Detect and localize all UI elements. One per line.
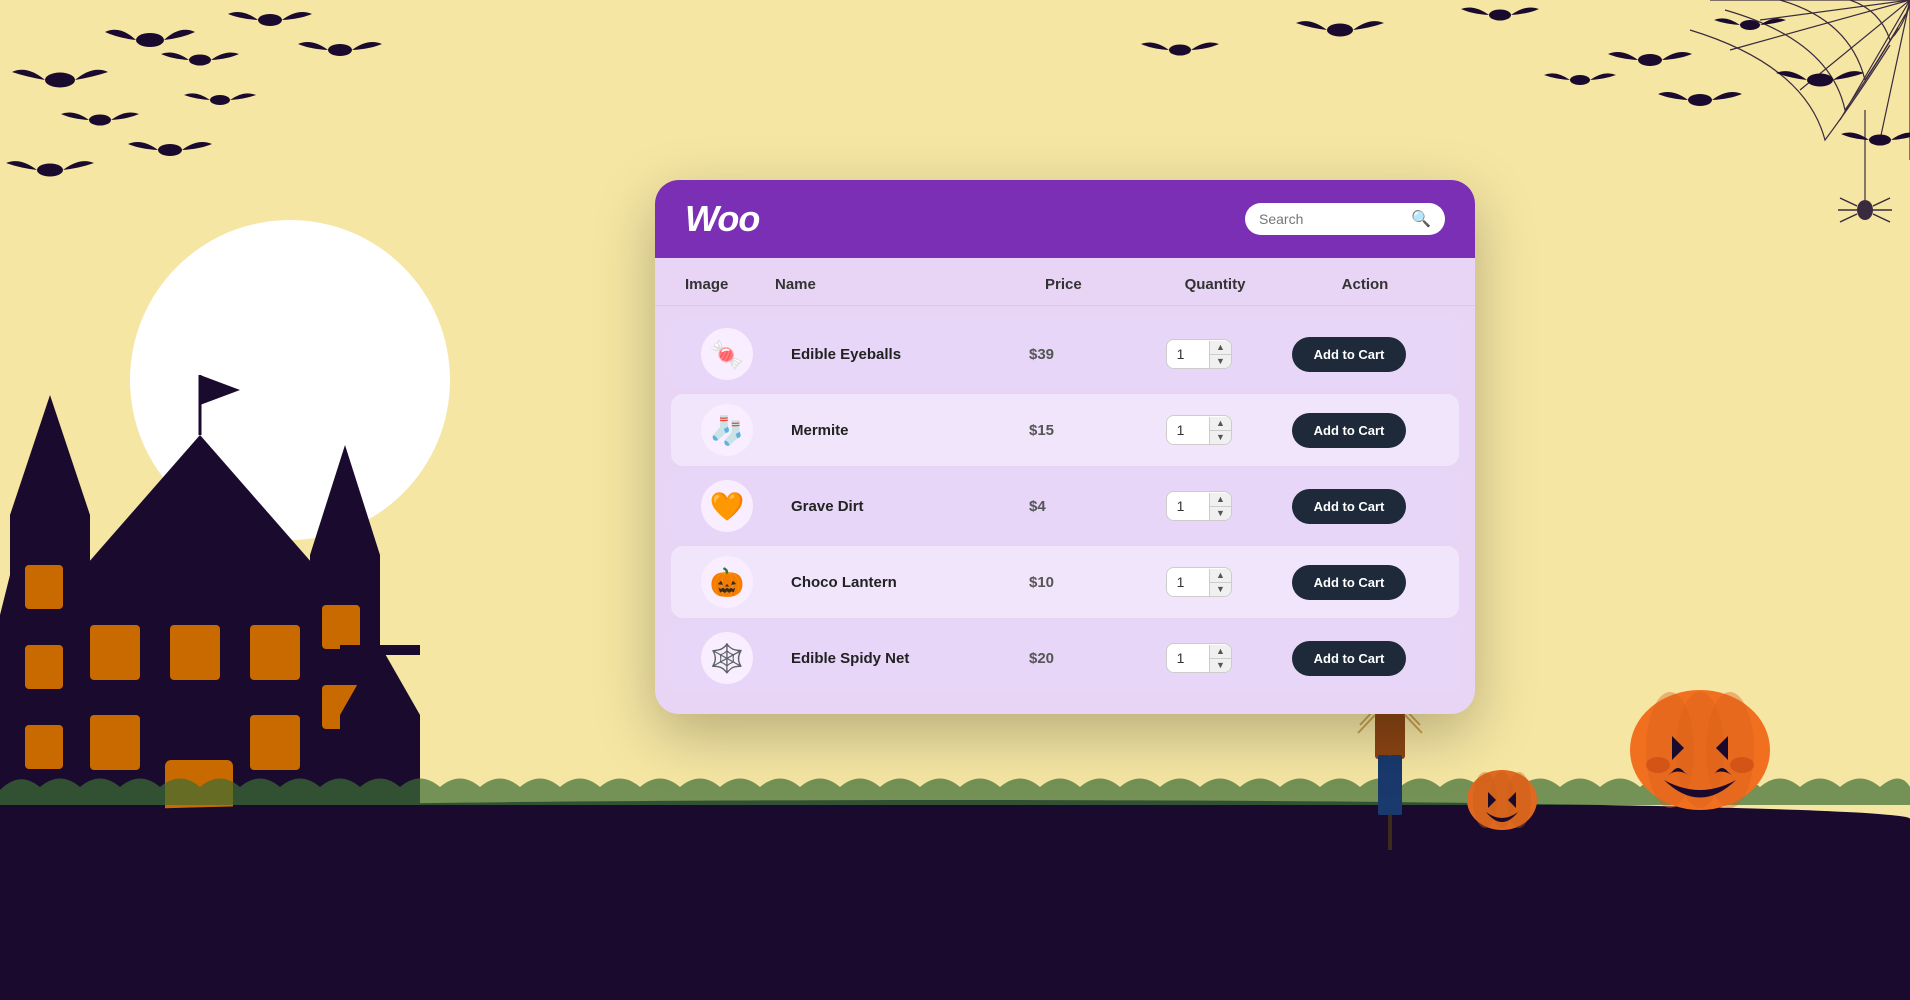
col-header-action: Action (1285, 276, 1445, 293)
product-image-5: 🕸️ (701, 632, 753, 684)
qty-up-3[interactable]: ▲ (1210, 493, 1231, 507)
qty-down-5[interactable]: ▼ (1210, 659, 1231, 672)
product-image-3: 🧡 (701, 480, 753, 532)
product-price-3: $4 (1029, 498, 1129, 515)
quantity-field-5[interactable] (1167, 644, 1209, 672)
qty-up-1[interactable]: ▲ (1210, 341, 1231, 355)
search-input[interactable] (1259, 211, 1403, 227)
quantity-input-1: ▲ ▼ (1166, 339, 1232, 369)
product-name-3: Grave Dirt (791, 498, 1029, 515)
quantity-field-2[interactable] (1167, 416, 1209, 444)
action-wrapper-5: Add to Cart (1269, 641, 1429, 676)
panel-wrapper: Woo 🔍 Image Name Price Quantity Action 🍬… (370, 180, 1760, 714)
quantity-field-3[interactable] (1167, 492, 1209, 520)
add-to-cart-button-5[interactable]: Add to Cart (1292, 641, 1407, 676)
table-row: 🍬 Edible Eyeballs $39 ▲ ▼ Add to Cart (671, 318, 1459, 390)
qty-buttons-4: ▲ ▼ (1209, 569, 1231, 596)
add-to-cart-button-2[interactable]: Add to Cart (1292, 413, 1407, 448)
action-wrapper-3: Add to Cart (1269, 489, 1429, 524)
quantity-wrapper-1: ▲ ▼ (1129, 339, 1269, 369)
qty-down-1[interactable]: ▼ (1210, 355, 1231, 368)
col-header-quantity: Quantity (1145, 276, 1285, 293)
qty-buttons-3: ▲ ▼ (1209, 493, 1231, 520)
table-row: 🧦 Mermite $15 ▲ ▼ Add to Cart (671, 394, 1459, 466)
qty-up-4[interactable]: ▲ (1210, 569, 1231, 583)
product-image-2: 🧦 (701, 404, 753, 456)
qty-up-2[interactable]: ▲ (1210, 417, 1231, 431)
qty-buttons-5: ▲ ▼ (1209, 645, 1231, 672)
quantity-field-4[interactable] (1167, 568, 1209, 596)
add-to-cart-button-4[interactable]: Add to Cart (1292, 565, 1407, 600)
qty-buttons-1: ▲ ▼ (1209, 341, 1231, 368)
qty-down-4[interactable]: ▼ (1210, 583, 1231, 596)
product-image-4: 🎃 (701, 556, 753, 608)
add-to-cart-button-3[interactable]: Add to Cart (1292, 489, 1407, 524)
quantity-wrapper-4: ▲ ▼ (1129, 567, 1269, 597)
table-row: 🕸️ Edible Spidy Net $20 ▲ ▼ Add to Cart (671, 622, 1459, 694)
quantity-wrapper-5: ▲ ▼ (1129, 643, 1269, 673)
quantity-input-2: ▲ ▼ (1166, 415, 1232, 445)
table-row: 🎃 Choco Lantern $10 ▲ ▼ Add to Cart (671, 546, 1459, 618)
product-price-4: $10 (1029, 574, 1129, 591)
search-box: 🔍 (1245, 203, 1445, 235)
table-row: 🧡 Grave Dirt $4 ▲ ▼ Add to Cart (671, 470, 1459, 542)
table-header: Image Name Price Quantity Action (655, 258, 1475, 306)
action-wrapper-1: Add to Cart (1269, 337, 1429, 372)
search-icon: 🔍 (1411, 209, 1431, 229)
product-name-5: Edible Spidy Net (791, 650, 1029, 667)
woo-logo: Woo (685, 198, 759, 240)
quantity-input-5: ▲ ▼ (1166, 643, 1232, 673)
qty-down-2[interactable]: ▼ (1210, 431, 1231, 444)
product-price-1: $39 (1029, 346, 1129, 363)
woo-panel: Woo 🔍 Image Name Price Quantity Action 🍬… (655, 180, 1475, 714)
col-header-image: Image (685, 276, 775, 293)
product-price-5: $20 (1029, 650, 1129, 667)
qty-down-3[interactable]: ▼ (1210, 507, 1231, 520)
product-name-2: Mermite (791, 422, 1029, 439)
product-image-1: 🍬 (701, 328, 753, 380)
product-price-2: $15 (1029, 422, 1129, 439)
panel-body: 🍬 Edible Eyeballs $39 ▲ ▼ Add to Cart (655, 306, 1475, 714)
action-wrapper-4: Add to Cart (1269, 565, 1429, 600)
col-header-price: Price (1045, 276, 1145, 293)
product-name-1: Edible Eyeballs (791, 346, 1029, 363)
panel-header: Woo 🔍 (655, 180, 1475, 258)
quantity-input-3: ▲ ▼ (1166, 491, 1232, 521)
product-name-4: Choco Lantern (791, 574, 1029, 591)
quantity-wrapper-3: ▲ ▼ (1129, 491, 1269, 521)
col-header-name: Name (775, 276, 1045, 293)
quantity-wrapper-2: ▲ ▼ (1129, 415, 1269, 445)
quantity-field-1[interactable] (1167, 340, 1209, 368)
action-wrapper-2: Add to Cart (1269, 413, 1429, 448)
add-to-cart-button-1[interactable]: Add to Cart (1292, 337, 1407, 372)
qty-buttons-2: ▲ ▼ (1209, 417, 1231, 444)
qty-up-5[interactable]: ▲ (1210, 645, 1231, 659)
quantity-input-4: ▲ ▼ (1166, 567, 1232, 597)
